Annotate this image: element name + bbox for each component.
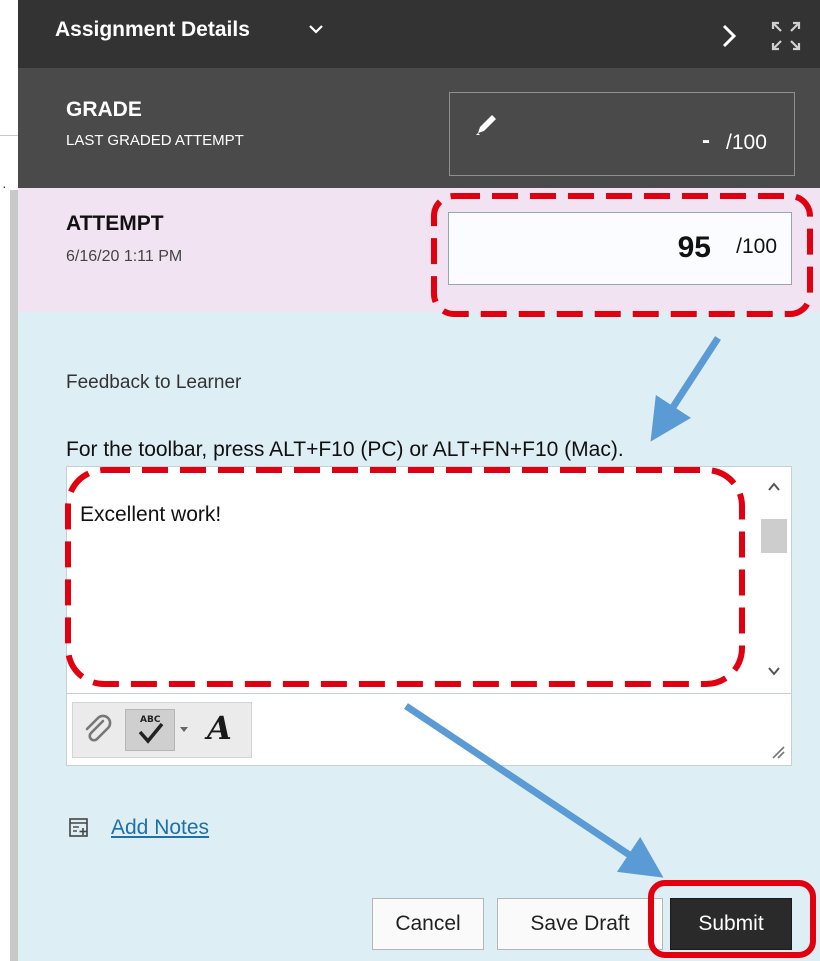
chevron-down-icon[interactable] [306,19,326,39]
toolbar-hint: For the toolbar, press ALT+F10 (PC) or A… [66,438,624,461]
notes-icon[interactable] [68,817,90,839]
submit-button[interactable]: Submit [670,898,792,950]
attempt-score-input[interactable]: 95 /100 [448,212,792,285]
panel-title[interactable]: Assignment Details [55,18,250,42]
panel-header: Assignment Details [18,0,820,68]
grade-sublabel: LAST GRADED ATTEMPT [66,132,244,149]
toolbar-button-group: ABC A [72,702,252,758]
grade-section: GRADE LAST GRADED ATTEMPT - /100 [18,68,820,188]
cancel-button[interactable]: Cancel [372,898,484,950]
feedback-editor[interactable]: Excellent work! [66,466,792,694]
add-notes-link[interactable]: Add Notes [111,816,209,840]
left-marker: · [2,178,7,194]
feedback-label: Feedback to Learner [66,372,242,393]
spellcheck-icon: ABC [138,715,164,744]
pencil-icon[interactable] [472,111,500,139]
grade-value: - [702,127,710,154]
attempt-date: 6/16/20 1:11 PM [66,248,183,265]
feedback-text[interactable]: Excellent work! [80,503,221,527]
save-draft-button[interactable]: Save Draft [497,898,663,950]
left-scroll-rail [10,190,18,961]
grade-label: GRADE [66,98,142,121]
paperclip-icon[interactable] [81,713,115,747]
grade-max: /100 [726,131,767,154]
spellcheck-button[interactable]: ABC [125,709,175,751]
font-icon[interactable]: A [207,709,232,747]
resize-handle-icon[interactable] [769,743,785,759]
scroll-thumb[interactable] [761,519,787,553]
editor-toolbar: ABC A [66,694,792,766]
assignment-panel: Assignment Details GRADE LAST GRADED ATT… [18,0,820,961]
editor-scrollbar[interactable] [759,475,789,687]
grade-override-box[interactable]: - /100 [449,92,795,176]
spellcheck-dropdown-icon[interactable] [177,723,191,735]
expand-icon[interactable] [770,20,802,52]
attempt-score[interactable]: 95 [678,231,711,265]
attempt-label: ATTEMPT [66,212,164,235]
attempt-max: /100 [736,235,777,258]
chevron-right-icon[interactable] [718,22,740,50]
svg-text:ABC: ABC [140,715,161,725]
attempt-section: ATTEMPT 6/16/20 1:11 PM 95 /100 [18,188,820,312]
scroll-up-icon[interactable] [767,481,781,493]
scroll-down-icon[interactable] [767,665,781,677]
left-divider [0,135,18,136]
